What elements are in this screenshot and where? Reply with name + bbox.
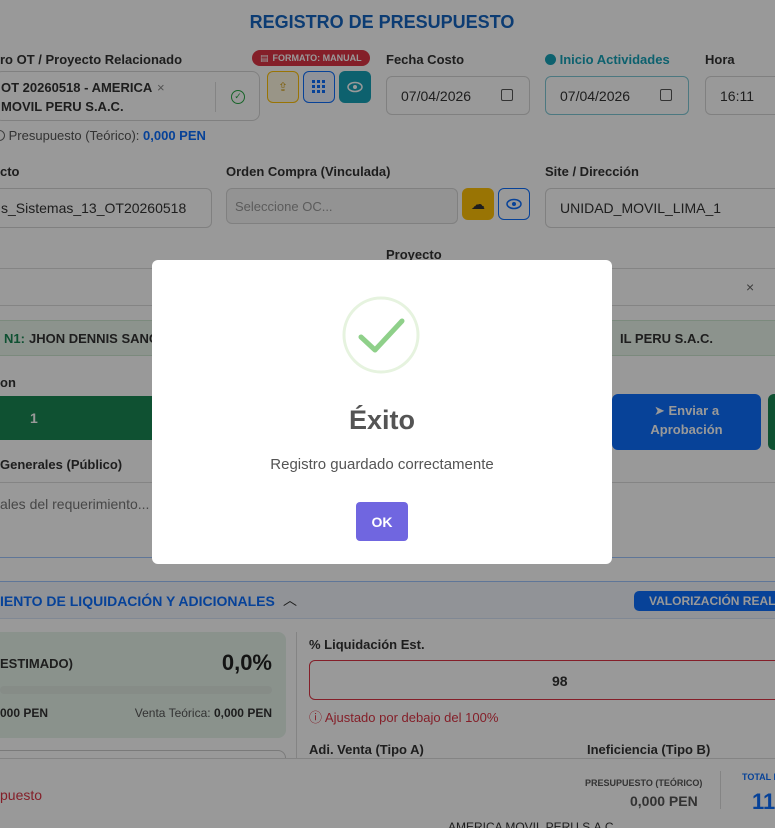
ok-button[interactable]: OK [356, 502, 408, 541]
success-modal: Éxito Registro guardado correctamente OK [152, 260, 612, 564]
modal-title: Éxito [348, 405, 415, 435]
modal-message: Registro guardado correctamente [270, 456, 494, 473]
success-check-icon [342, 296, 420, 374]
